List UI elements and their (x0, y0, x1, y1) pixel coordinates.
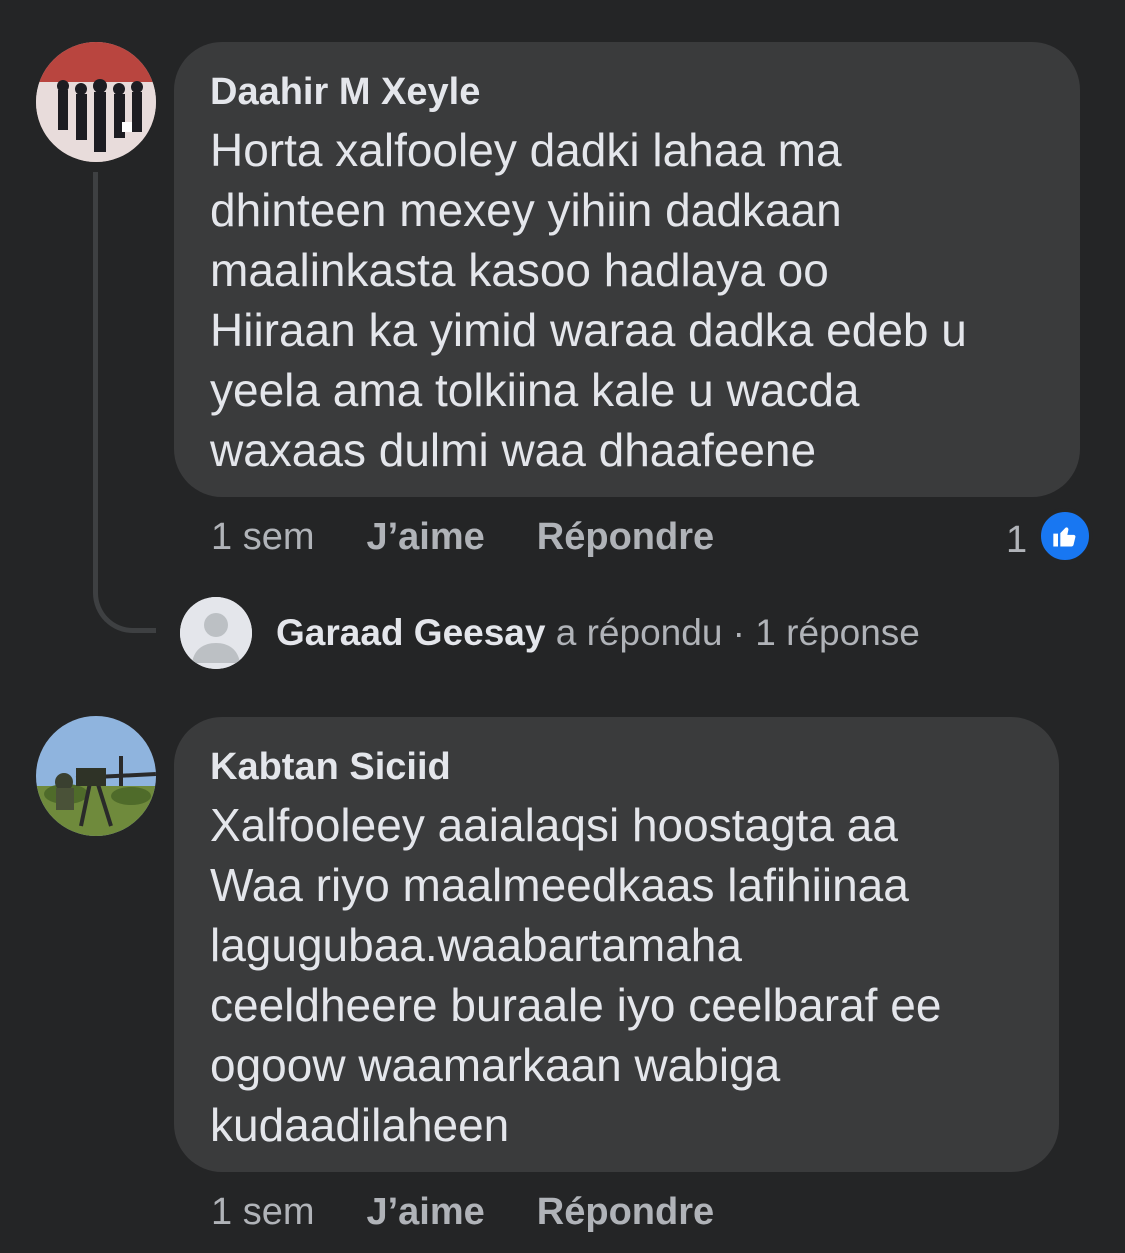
avatar-photo-icon (36, 716, 156, 836)
reply-button[interactable]: Répondre (537, 515, 714, 559)
like-button[interactable]: J’aime (366, 1190, 484, 1234)
reply-verb: a répondu (545, 612, 723, 653)
avatar-kabtan[interactable] (36, 716, 156, 836)
comment-text: Horta xalfooley dadki lahaa ma dhinteen … (210, 124, 967, 476)
comment-actions: 1 sem J’aime Répondre (211, 515, 714, 559)
like-button[interactable]: J’aime (366, 515, 484, 559)
comment-timestamp[interactable]: 1 sem (211, 515, 314, 559)
comment-timestamp[interactable]: 1 sem (211, 1190, 314, 1234)
reaction-count[interactable]: 1 (1006, 518, 1027, 562)
comment-author[interactable]: Daahir M Xeyle (210, 70, 1044, 114)
default-avatar-icon (180, 597, 252, 669)
reply-button[interactable]: Répondre (537, 1190, 714, 1234)
avatar-photo-icon (36, 42, 156, 162)
thread-connector (93, 172, 156, 633)
reply-count[interactable]: 1 réponse (755, 612, 920, 653)
reply-separator: · (722, 612, 756, 653)
avatar-daahir[interactable] (36, 42, 156, 162)
reply-avatar[interactable] (180, 597, 252, 669)
view-replies-link[interactable]: Garaad Geesay a répondu · 1 réponse (276, 611, 920, 655)
comment-bubble[interactable]: Kabtan Siciid Xalfooleey aaialaqsi hoost… (174, 717, 1059, 1172)
comment-actions: 1 sem J’aime Répondre (211, 1190, 714, 1234)
thumbs-up-icon[interactable] (1037, 508, 1093, 564)
comment-bubble[interactable]: Daahir M Xeyle Horta xalfooley dadki lah… (174, 42, 1080, 497)
comment-text: Xalfooleey aaialaqsi hoostagta aa Waa ri… (210, 799, 942, 1151)
reply-author[interactable]: Garaad Geesay (276, 612, 545, 653)
comment-author[interactable]: Kabtan Siciid (210, 745, 1023, 789)
